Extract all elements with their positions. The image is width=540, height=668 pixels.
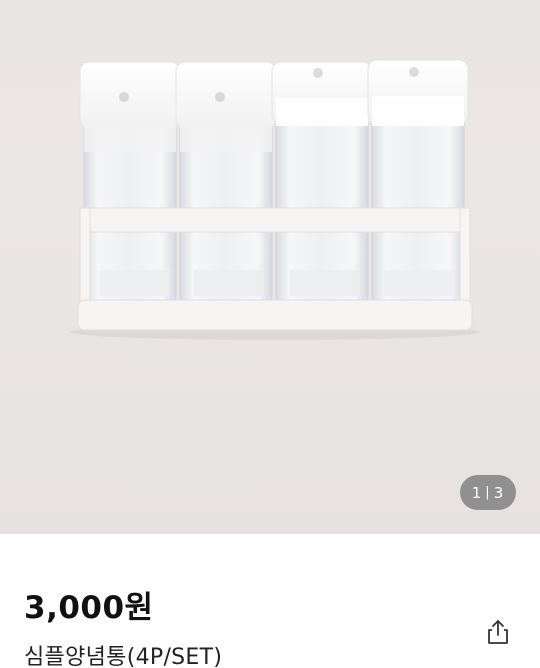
image-counter-separator: |	[485, 485, 491, 500]
share-icon	[488, 620, 508, 644]
image-counter-total: 3	[493, 483, 505, 502]
image-counter: 1 | 3	[460, 475, 516, 510]
product-photo	[70, 59, 480, 340]
product-name: 심플양념통(4P/SET)	[24, 645, 223, 668]
share-button[interactable]	[484, 618, 512, 646]
product-image-gallery[interactable]: 1 | 3	[0, 0, 540, 534]
product-info: 3,000원 심플양념통(4P/SET)	[0, 534, 540, 668]
image-counter-current: 1	[471, 483, 483, 502]
product-price: 3,000원	[24, 590, 154, 626]
